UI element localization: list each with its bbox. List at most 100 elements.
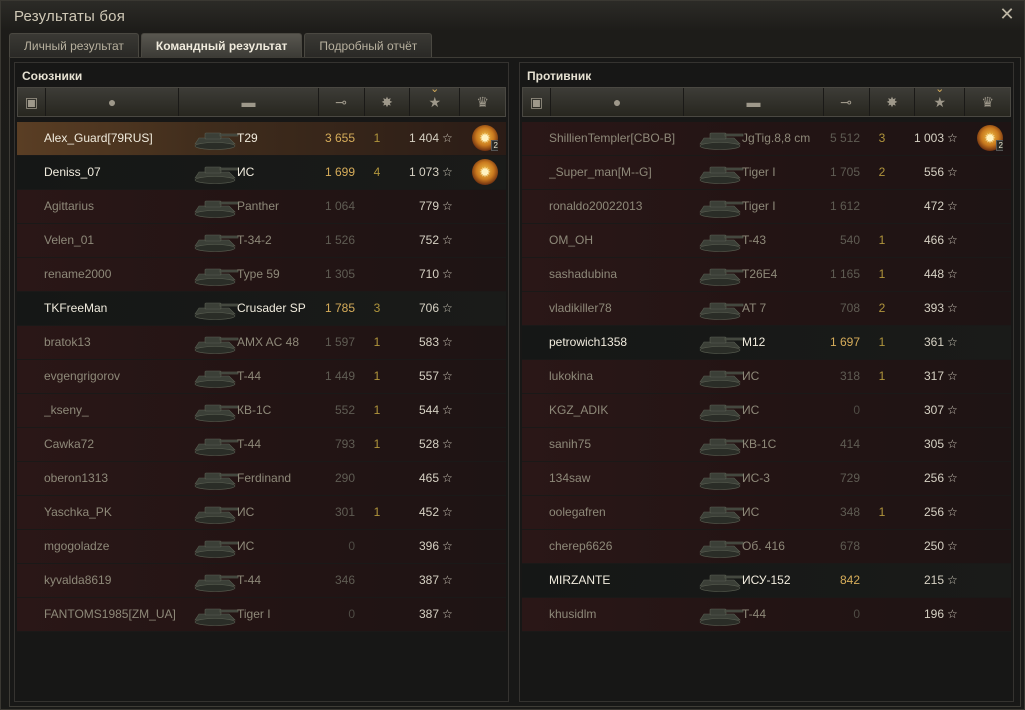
- tank-icon[interactable]: ▬: [684, 88, 824, 116]
- tab-detailed-report[interactable]: Подробный отчёт: [304, 33, 433, 57]
- player-row[interactable]: Velen_01 T-34-2 1 526 752 ☆: [17, 224, 506, 258]
- close-icon[interactable]: ✕: [998, 5, 1016, 23]
- medal-icon[interactable]: ♛: [460, 88, 505, 116]
- player-row[interactable]: TKFreeMan Crusader SP 1 785 3 706 ☆: [17, 292, 506, 326]
- xp-value: 466: [923, 233, 944, 247]
- kills-value: [369, 258, 385, 291]
- xp-star-icon: ☆: [947, 233, 958, 247]
- window-title: Результаты боя: [14, 8, 126, 25]
- xp-value: 1 003: [913, 131, 944, 145]
- player-name: mgogoladze: [44, 539, 110, 553]
- damage-value: 318: [839, 369, 860, 383]
- xp-star-icon[interactable]: ★: [410, 88, 461, 116]
- xp-star-icon: ☆: [442, 301, 453, 315]
- xp-value: 528: [418, 437, 439, 451]
- player-row[interactable]: evgengrigorov T-44 1 449 1 557 ☆: [17, 360, 506, 394]
- player-icon[interactable]: ●: [551, 88, 685, 116]
- damage-value: 0: [853, 403, 860, 417]
- player-row[interactable]: sashadubina T26E4 1 165 1 448 ☆: [522, 258, 1011, 292]
- kills-value: 1: [878, 233, 886, 247]
- player-row[interactable]: lukokina ИС 318 1 317 ☆: [522, 360, 1011, 394]
- player-name: bratok13: [44, 335, 91, 349]
- player-row[interactable]: kyvalda8619 T-44 346 387 ☆: [17, 564, 506, 598]
- kills-value: [874, 394, 890, 427]
- xp-star-icon: ☆: [947, 403, 958, 417]
- medal-icon[interactable]: ♛: [965, 88, 1010, 116]
- xp-star-icon[interactable]: ★: [915, 88, 966, 116]
- player-row[interactable]: oolegafren ИС 348 1 256 ☆: [522, 496, 1011, 530]
- kills-icon[interactable]: ✸: [365, 88, 411, 116]
- xp-value: 472: [923, 199, 944, 213]
- tab-team-result[interactable]: Командный результат: [140, 33, 303, 57]
- tank-icon: [694, 292, 744, 325]
- squad-icon[interactable]: ▣: [18, 88, 46, 116]
- player-name: rename2000: [44, 267, 112, 281]
- player-name: oberon1313: [44, 471, 109, 485]
- player-row[interactable]: sanih75 КВ-1С 414 305 ☆: [522, 428, 1011, 462]
- kills-value: 3: [878, 131, 886, 145]
- xp-star-icon: ☆: [947, 437, 958, 451]
- damage-icon[interactable]: ⊸: [824, 88, 870, 116]
- kills-value: [874, 462, 890, 495]
- tank-icon: [694, 598, 744, 631]
- player-row[interactable]: ronaldo20022013 Tiger I1 612 472 ☆: [522, 190, 1011, 224]
- player-name: sanih75: [549, 437, 592, 451]
- player-row[interactable]: rename2000 Type 59 1 305 710 ☆: [17, 258, 506, 292]
- xp-star-icon: ☆: [442, 403, 453, 417]
- damage-value: 793: [334, 437, 355, 451]
- player-row[interactable]: cherep6626 Об. 416 678 250 ☆: [522, 530, 1011, 564]
- player-row[interactable]: petrowich1358 M12 1 697 1 361 ☆: [522, 326, 1011, 360]
- player-row[interactable]: mgogoladze ИС 0 396 ☆: [17, 530, 506, 564]
- kills-value: 1: [373, 131, 381, 145]
- player-row[interactable]: KGZ_ADIK ИС 0 307 ☆: [522, 394, 1011, 428]
- xp-value: 706: [418, 301, 439, 315]
- damage-value: 1 705: [829, 165, 860, 179]
- tank-icon: [694, 428, 744, 461]
- player-name: 134saw: [549, 471, 591, 485]
- player-row[interactable]: Agittarius Panther 1 064 779 ☆: [17, 190, 506, 224]
- player-row[interactable]: vladikiller78 AT 7 708 2 393 ☆: [522, 292, 1011, 326]
- xp-value: 215: [923, 573, 944, 587]
- tab-personal-result[interactable]: Личный результат: [9, 33, 139, 57]
- player-row[interactable]: OM_OH T-43 540 1 466 ☆: [522, 224, 1011, 258]
- player-row[interactable]: Deniss_07 ИС 1 699 4 1 073 ☆ ✹: [17, 156, 506, 190]
- damage-value: 0: [348, 539, 355, 553]
- player-row[interactable]: 134saw ИС-3 729 256 ☆: [522, 462, 1011, 496]
- player-row[interactable]: _Super_man[M--G] Tiger I1 705 2 556 ☆: [522, 156, 1011, 190]
- damage-value: 414: [839, 437, 860, 451]
- player-row[interactable]: khusidlm T-44 0 196 ☆: [522, 598, 1011, 632]
- player-name: Deniss_07: [44, 165, 101, 179]
- kills-value: 1: [373, 335, 381, 349]
- damage-value: 1 597: [324, 335, 355, 349]
- kills-value: 1: [373, 437, 381, 451]
- damage-value: 290: [334, 471, 355, 485]
- tank-icon: [694, 258, 744, 291]
- player-name: _kseny_: [44, 403, 89, 417]
- player-row[interactable]: Yaschka_PK ИС 301 1 452 ☆: [17, 496, 506, 530]
- player-icon[interactable]: ●: [46, 88, 180, 116]
- xp-value: 393: [923, 301, 944, 315]
- tank-icon[interactable]: ▬: [179, 88, 319, 116]
- damage-icon[interactable]: ⊸: [319, 88, 365, 116]
- kills-value: 1: [878, 335, 886, 349]
- player-row[interactable]: bratok13 AMX AC 48 1 597 1 583 ☆: [17, 326, 506, 360]
- damage-value: 540: [839, 233, 860, 247]
- xp-star-icon: ☆: [442, 607, 453, 621]
- player-row[interactable]: FANTOMS1985[ZM_UA] Tiger I 0 387 ☆: [17, 598, 506, 632]
- kills-value: 4: [373, 165, 381, 179]
- player-row[interactable]: ShillienTempler[CBO-B] JgTig.8,8 cm 5 512 3…: [522, 122, 1011, 156]
- xp-value: 1 073: [408, 165, 439, 179]
- player-row[interactable]: oberon1313 Ferdinand 290 465 ☆: [17, 462, 506, 496]
- kills-value: [874, 190, 890, 223]
- xp-value: 250: [923, 539, 944, 553]
- squad-icon[interactable]: ▣: [523, 88, 551, 116]
- player-row[interactable]: MIRZANTE ИСУ-152 842 215 ☆: [522, 564, 1011, 598]
- kills-icon[interactable]: ✸: [870, 88, 916, 116]
- player-row[interactable]: Alex_Guard[79RUS] T29 3 655 1 1 404 ☆ ✹ 2: [17, 122, 506, 156]
- xp-star-icon: ☆: [947, 539, 958, 553]
- player-row[interactable]: _kseny_ КВ-1С 552 1 544 ☆: [17, 394, 506, 428]
- damage-value: 301: [334, 505, 355, 519]
- kills-value: 3: [373, 301, 381, 315]
- kills-value: [369, 598, 385, 631]
- player-row[interactable]: Cawka72 T-44 793 1 528 ☆: [17, 428, 506, 462]
